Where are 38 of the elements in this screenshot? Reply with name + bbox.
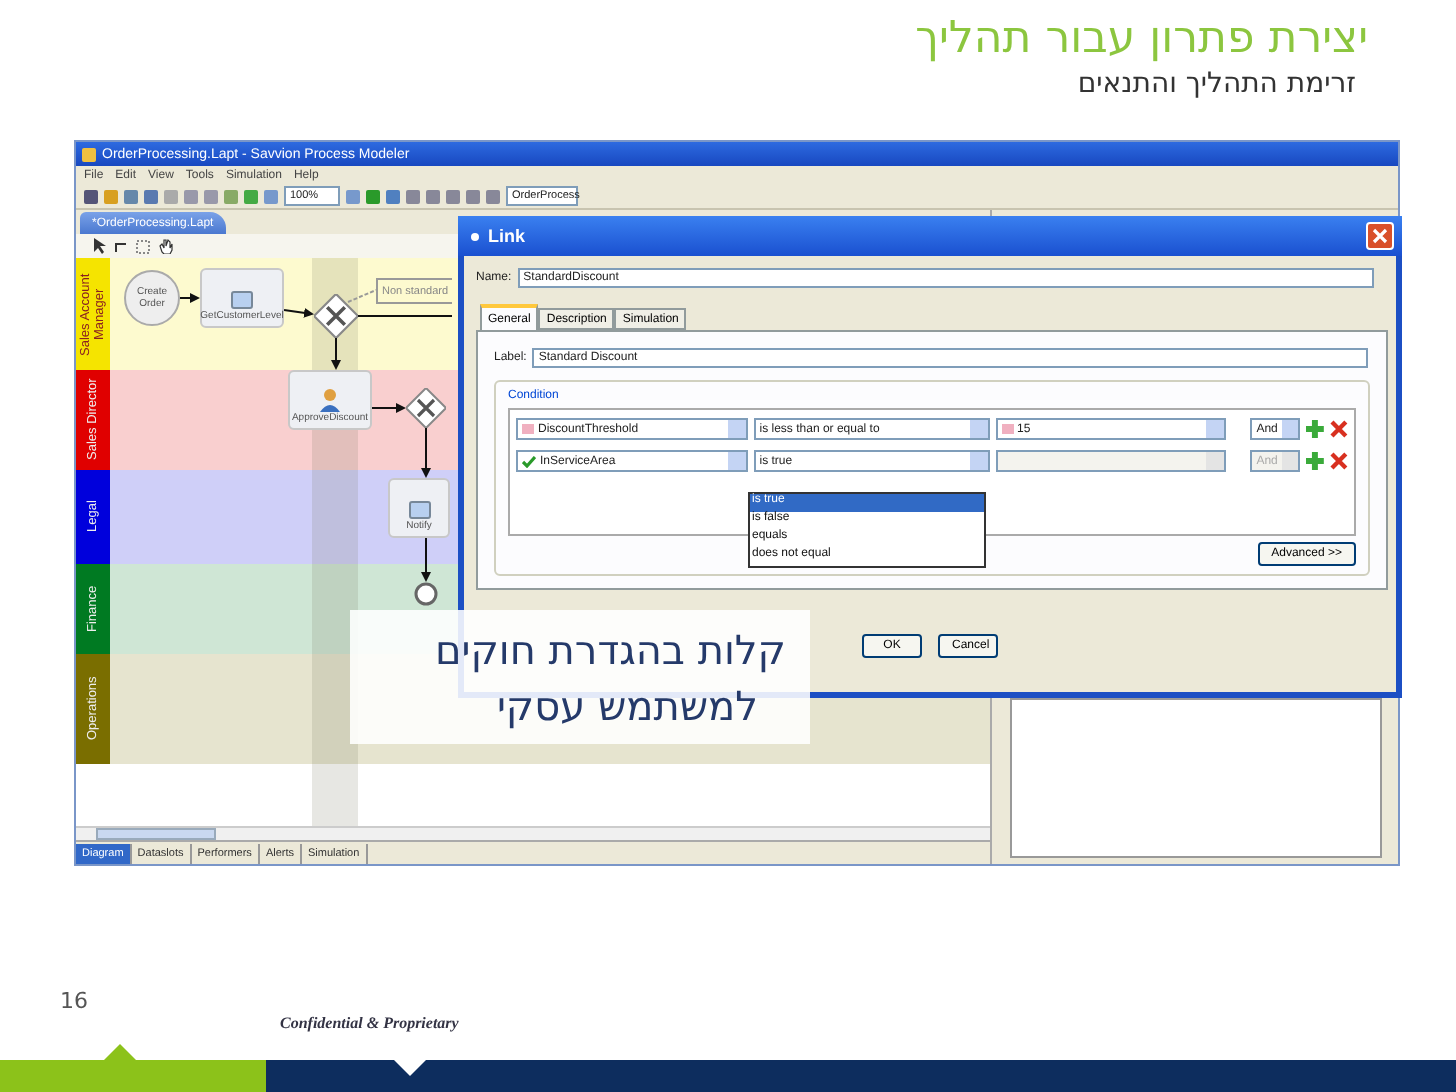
marquee-icon[interactable]	[136, 239, 150, 253]
task-icon	[230, 290, 254, 310]
dialog-icon	[470, 231, 480, 241]
hand-icon[interactable]	[158, 238, 174, 254]
connector-arrow[interactable]	[179, 293, 200, 303]
scrollbar-thumb[interactable]	[96, 828, 216, 840]
callout-text: למשתמש עסקי	[494, 680, 758, 734]
number-icon	[1001, 424, 1013, 434]
close-icon	[1372, 228, 1388, 244]
delete-icon[interactable]	[1330, 452, 1349, 470]
end-event[interactable]	[414, 582, 438, 606]
connector-arrow[interactable]	[421, 537, 431, 582]
connector-arrow[interactable]	[421, 427, 431, 478]
plus-icon[interactable]	[1306, 452, 1325, 470]
task-icon	[407, 500, 431, 520]
connector-arrow[interactable]	[283, 307, 314, 318]
check-icon	[522, 455, 536, 467]
dashed-link	[347, 289, 377, 303]
number-icon	[522, 424, 534, 434]
person-icon	[320, 388, 340, 412]
delete-icon[interactable]	[1330, 420, 1349, 438]
zoom-in-icon[interactable]	[346, 189, 360, 203]
slide-subtitle: זרימת התהליך והתנאים	[1077, 68, 1356, 102]
page-number: 16	[60, 988, 88, 1014]
close-button[interactable]	[1366, 222, 1394, 250]
gateway-icon[interactable]	[314, 294, 358, 338]
connector-arrow[interactable]	[371, 403, 406, 413]
connector-icon[interactable]	[114, 239, 128, 253]
dialog-title: Link	[488, 226, 528, 246]
slide-title: יצירת פתרון עבור תהליך	[915, 12, 1368, 68]
callout-text: קלות בהגדרת חוקים	[432, 624, 786, 678]
plus-icon[interactable]	[1306, 420, 1325, 438]
app-icon	[82, 147, 96, 161]
footer-text: Confidential & Proprietary	[280, 1014, 459, 1032]
zoom-out-icon[interactable]	[264, 189, 278, 203]
connector-arrow[interactable]	[331, 337, 341, 370]
pointer-icon[interactable]	[92, 238, 106, 254]
gateway-icon[interactable]	[406, 388, 446, 428]
